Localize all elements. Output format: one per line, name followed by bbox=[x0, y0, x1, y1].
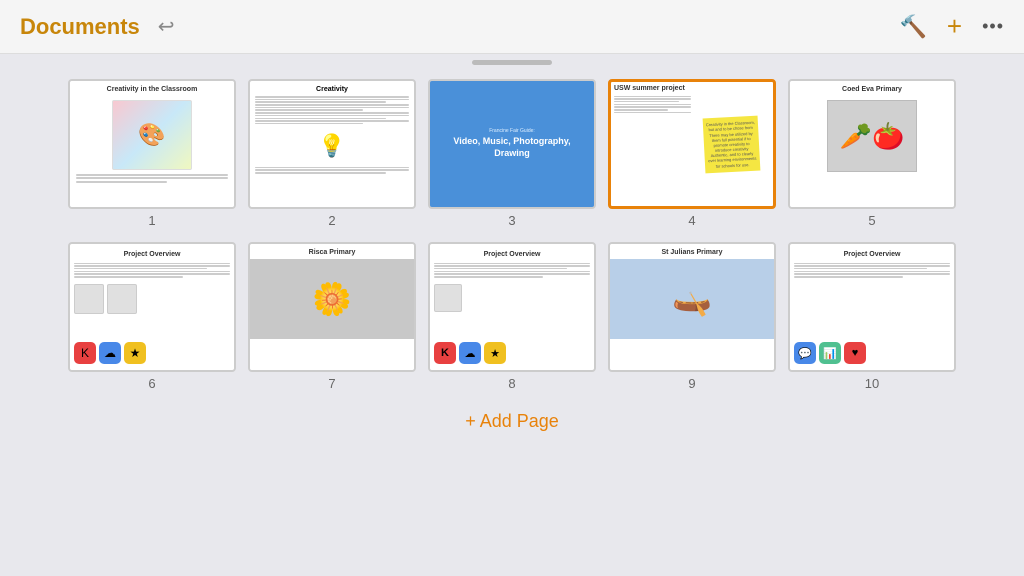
add-icon[interactable]: + bbox=[947, 11, 962, 42]
add-page-bar: + Add Page bbox=[0, 399, 1024, 444]
header-left: Documents ↩ bbox=[20, 14, 175, 40]
page-4-title: USW summer project bbox=[614, 85, 691, 93]
page-7-thumbnail[interactable]: Risca Primary 🌼 bbox=[248, 242, 416, 372]
page-4-number: 4 bbox=[688, 213, 695, 228]
page-10-apps: 💬 📊 ♥ bbox=[794, 342, 950, 366]
page-10-number: 10 bbox=[865, 376, 879, 391]
scroll-indicator-container bbox=[0, 54, 1024, 69]
header-right: 🔨 + ••• bbox=[900, 11, 1005, 42]
add-page-button[interactable]: + Add Page bbox=[465, 411, 559, 432]
page-9-title: St Julians Primary bbox=[657, 244, 726, 259]
page-8-content bbox=[434, 279, 590, 317]
back-button[interactable]: ↩ bbox=[158, 14, 175, 39]
page-3-thumbnail[interactable]: Francine Fair Guide: Video, Music, Photo… bbox=[428, 79, 596, 209]
page-title: Documents bbox=[20, 14, 140, 40]
pages-grid: Creativity in the Classroom 🎨 1 Creativi… bbox=[0, 69, 1024, 399]
app-icon-k2: K bbox=[434, 342, 456, 364]
page-7-image: 🌼 bbox=[250, 259, 414, 339]
page-1-title: Creativity in the Classroom bbox=[103, 81, 202, 96]
app-icon-green3: 📊 bbox=[819, 342, 841, 364]
page-2-number: 2 bbox=[328, 213, 335, 228]
page-8-thumbnail[interactable]: Project Overview K ☁ ★ bbox=[428, 242, 596, 372]
page-1-lines bbox=[70, 170, 234, 186]
app-icon-red3: ♥ bbox=[844, 342, 866, 364]
page-10-content bbox=[794, 279, 950, 317]
page-thumb-10[interactable]: Project Overview 💬 📊 ♥ 10 bbox=[788, 242, 956, 391]
page-3-title: Video, Music, Photography, Drawing bbox=[436, 136, 588, 159]
page-5-image: 🥕🍅 bbox=[827, 100, 917, 172]
page-6-thumbnail[interactable]: Project Overview K ☁ ★ bbox=[68, 242, 236, 372]
page-7-title: Risca Primary bbox=[305, 244, 360, 259]
app-header: Documents ↩ 🔨 + ••• bbox=[0, 0, 1024, 54]
app-icon-k: K bbox=[74, 342, 96, 364]
page-thumb-9[interactable]: St Julians Primary 🛶 9 bbox=[608, 242, 776, 391]
page-1-image: 🎨 bbox=[112, 100, 192, 170]
page-8-apps: K ☁ ★ bbox=[434, 342, 590, 366]
page-2-title: Creativity bbox=[255, 86, 409, 93]
page-thumb-4[interactable]: USW summer project Creativity in the Cla… bbox=[608, 79, 776, 228]
page-thumb-8[interactable]: Project Overview K ☁ ★ 8 bbox=[428, 242, 596, 391]
page-thumb-7[interactable]: Risca Primary 🌼 7 bbox=[248, 242, 416, 391]
page-10-thumbnail[interactable]: Project Overview 💬 📊 ♥ bbox=[788, 242, 956, 372]
app-icon-blue: ☁ bbox=[99, 342, 121, 364]
hammer-icon[interactable]: 🔨 bbox=[900, 14, 927, 40]
page-3-number: 3 bbox=[508, 213, 515, 228]
page-thumb-2[interactable]: Creativity 💡 2 bbox=[248, 79, 416, 228]
grid-row-2: Project Overview K ☁ ★ 6 bbox=[20, 242, 1004, 391]
page-thumb-1[interactable]: Creativity in the Classroom 🎨 1 bbox=[68, 79, 236, 228]
page-2-bulb: 💡 bbox=[255, 126, 409, 166]
app-icon-star: ★ bbox=[124, 342, 146, 364]
page-4-sticky: Creativity in the Classroom, but and to … bbox=[703, 115, 761, 173]
page-thumb-5[interactable]: Coed Eva Primary 🥕🍅 5 bbox=[788, 79, 956, 228]
page-8-number: 8 bbox=[508, 376, 515, 391]
page-6-title: Project Overview bbox=[74, 248, 230, 261]
page-thumb-6[interactable]: Project Overview K ☁ ★ 6 bbox=[68, 242, 236, 391]
page-9-number: 9 bbox=[688, 376, 695, 391]
page-8-title: Project Overview bbox=[434, 248, 590, 261]
page-9-image: 🛶 bbox=[610, 259, 774, 339]
app-icon-blue3: 💬 bbox=[794, 342, 816, 364]
page-5-number: 5 bbox=[868, 213, 875, 228]
page-7-number: 7 bbox=[328, 376, 335, 391]
page-5-title: Coed Eva Primary bbox=[838, 81, 906, 96]
page-4-thumbnail[interactable]: USW summer project Creativity in the Cla… bbox=[608, 79, 776, 209]
page-6-number: 6 bbox=[148, 376, 155, 391]
page-10-title: Project Overview bbox=[794, 248, 950, 261]
scroll-indicator bbox=[472, 60, 552, 65]
page-5-thumbnail[interactable]: Coed Eva Primary 🥕🍅 bbox=[788, 79, 956, 209]
page-thumb-3[interactable]: Francine Fair Guide: Video, Music, Photo… bbox=[428, 79, 596, 228]
page-2-thumbnail[interactable]: Creativity 💡 bbox=[248, 79, 416, 209]
page-6-apps: K ☁ ★ bbox=[74, 342, 230, 366]
app-icon-blue2: ☁ bbox=[459, 342, 481, 364]
page-9-thumbnail[interactable]: St Julians Primary 🛶 bbox=[608, 242, 776, 372]
page-1-number: 1 bbox=[148, 213, 155, 228]
app-icon-star2: ★ bbox=[484, 342, 506, 364]
more-icon[interactable]: ••• bbox=[982, 16, 1004, 37]
page-6-content bbox=[74, 279, 230, 319]
page-1-thumbnail[interactable]: Creativity in the Classroom 🎨 bbox=[68, 79, 236, 209]
page-3-subtitle: Francine Fair Guide: bbox=[489, 128, 535, 134]
grid-row-1: Creativity in the Classroom 🎨 1 Creativi… bbox=[20, 79, 1004, 228]
